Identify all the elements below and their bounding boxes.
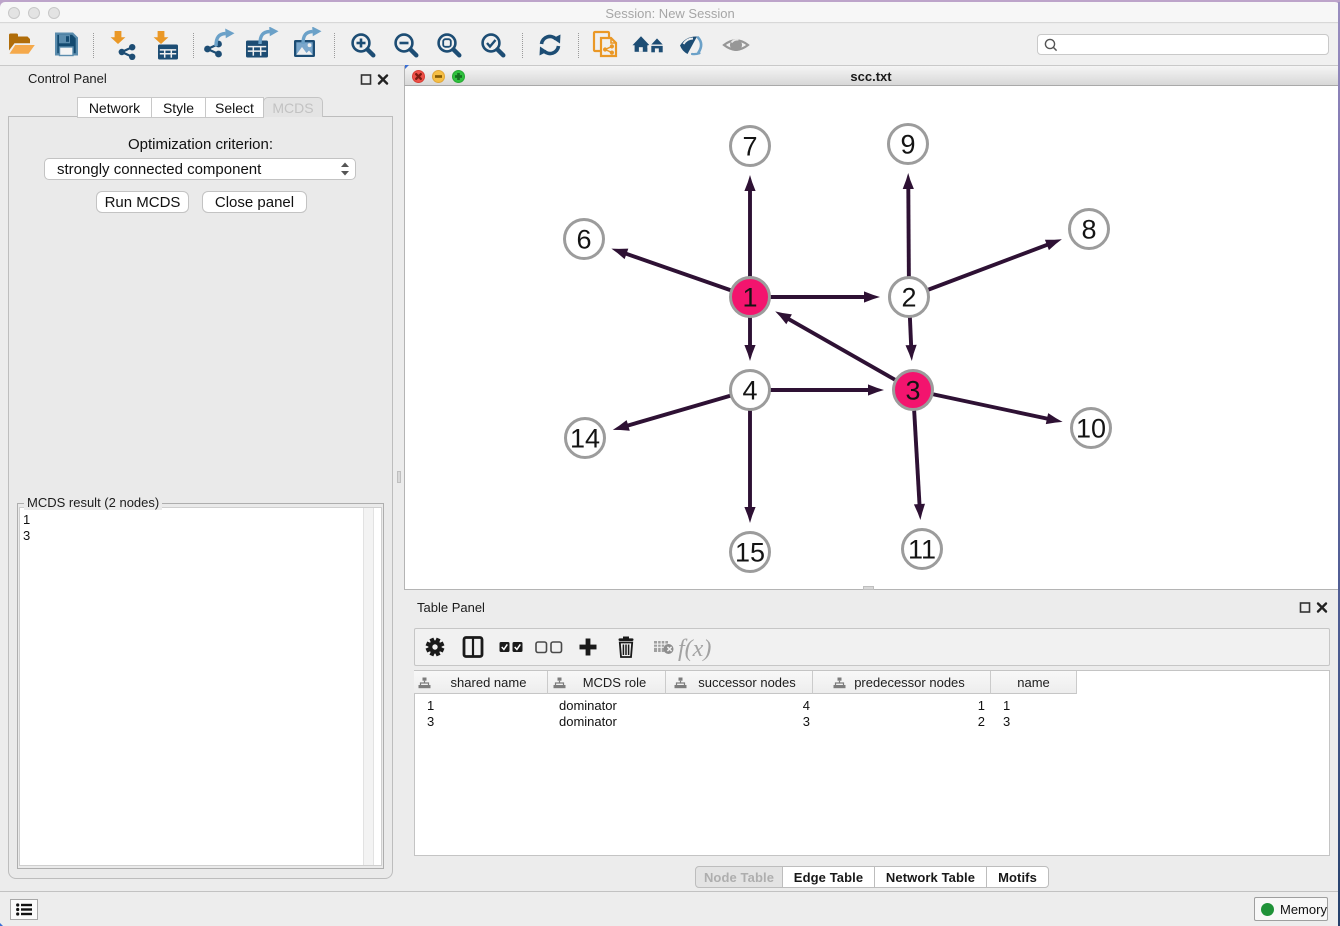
svg-text:9: 9 [900,130,915,160]
svg-text:4: 4 [742,376,757,406]
svg-text:2: 2 [901,283,916,313]
svg-text:15: 15 [735,538,765,568]
svg-text:1: 1 [742,283,757,313]
svg-text:14: 14 [570,424,600,454]
svg-text:6: 6 [576,225,591,255]
svg-text:11: 11 [908,535,936,565]
svg-text:3: 3 [905,376,920,406]
svg-text:8: 8 [1081,215,1096,245]
svg-text:f(x): f(x) [678,636,711,662]
svg-text:10: 10 [1076,414,1106,444]
svg-text:7: 7 [742,132,757,162]
